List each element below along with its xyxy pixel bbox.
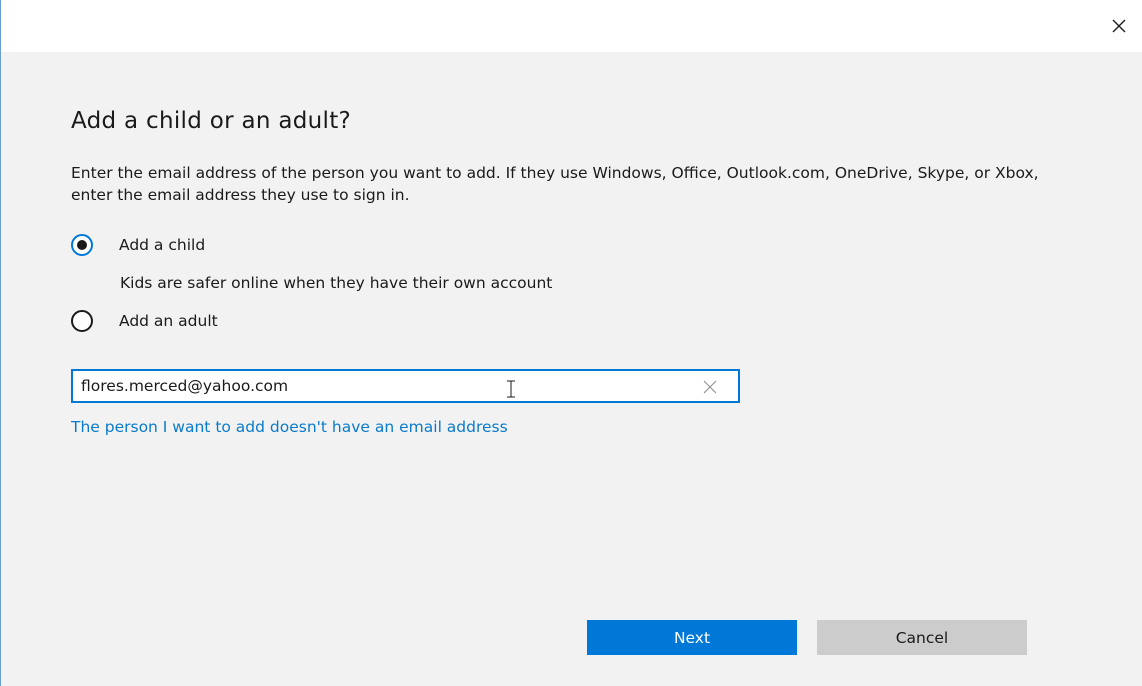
- dialog-heading: Add a child or an adult?: [71, 108, 352, 134]
- add-adult-option[interactable]: Add an adult: [71, 310, 218, 332]
- close-icon: [1112, 19, 1126, 33]
- next-button[interactable]: Next: [587, 620, 797, 655]
- dialog-content: Add a child or an adult? Enter the email…: [1, 52, 1142, 686]
- close-button[interactable]: [1096, 0, 1142, 52]
- add-adult-radio[interactable]: [71, 310, 93, 332]
- cancel-button[interactable]: Cancel: [817, 620, 1027, 655]
- email-field-container: [71, 369, 740, 403]
- text-cursor-icon: [507, 380, 515, 398]
- add-child-option[interactable]: Add a child: [71, 234, 205, 256]
- dialog-description: Enter the email address of the person yo…: [71, 164, 1039, 204]
- clear-icon: [703, 380, 717, 394]
- email-field[interactable]: [73, 371, 673, 401]
- no-email-link[interactable]: The person I want to add doesn't have an…: [71, 418, 508, 436]
- add-child-label: Add a child: [119, 236, 206, 254]
- clear-button[interactable]: [700, 377, 720, 397]
- add-child-radio[interactable]: [71, 234, 93, 256]
- radio-selected-dot: [77, 240, 87, 250]
- dialog-window: Add a child or an adult? Enter the email…: [0, 0, 1142, 686]
- title-bar: [1, 0, 1142, 52]
- add-child-description: Kids are safer online when they have the…: [120, 274, 553, 292]
- add-adult-label: Add an adult: [119, 312, 218, 330]
